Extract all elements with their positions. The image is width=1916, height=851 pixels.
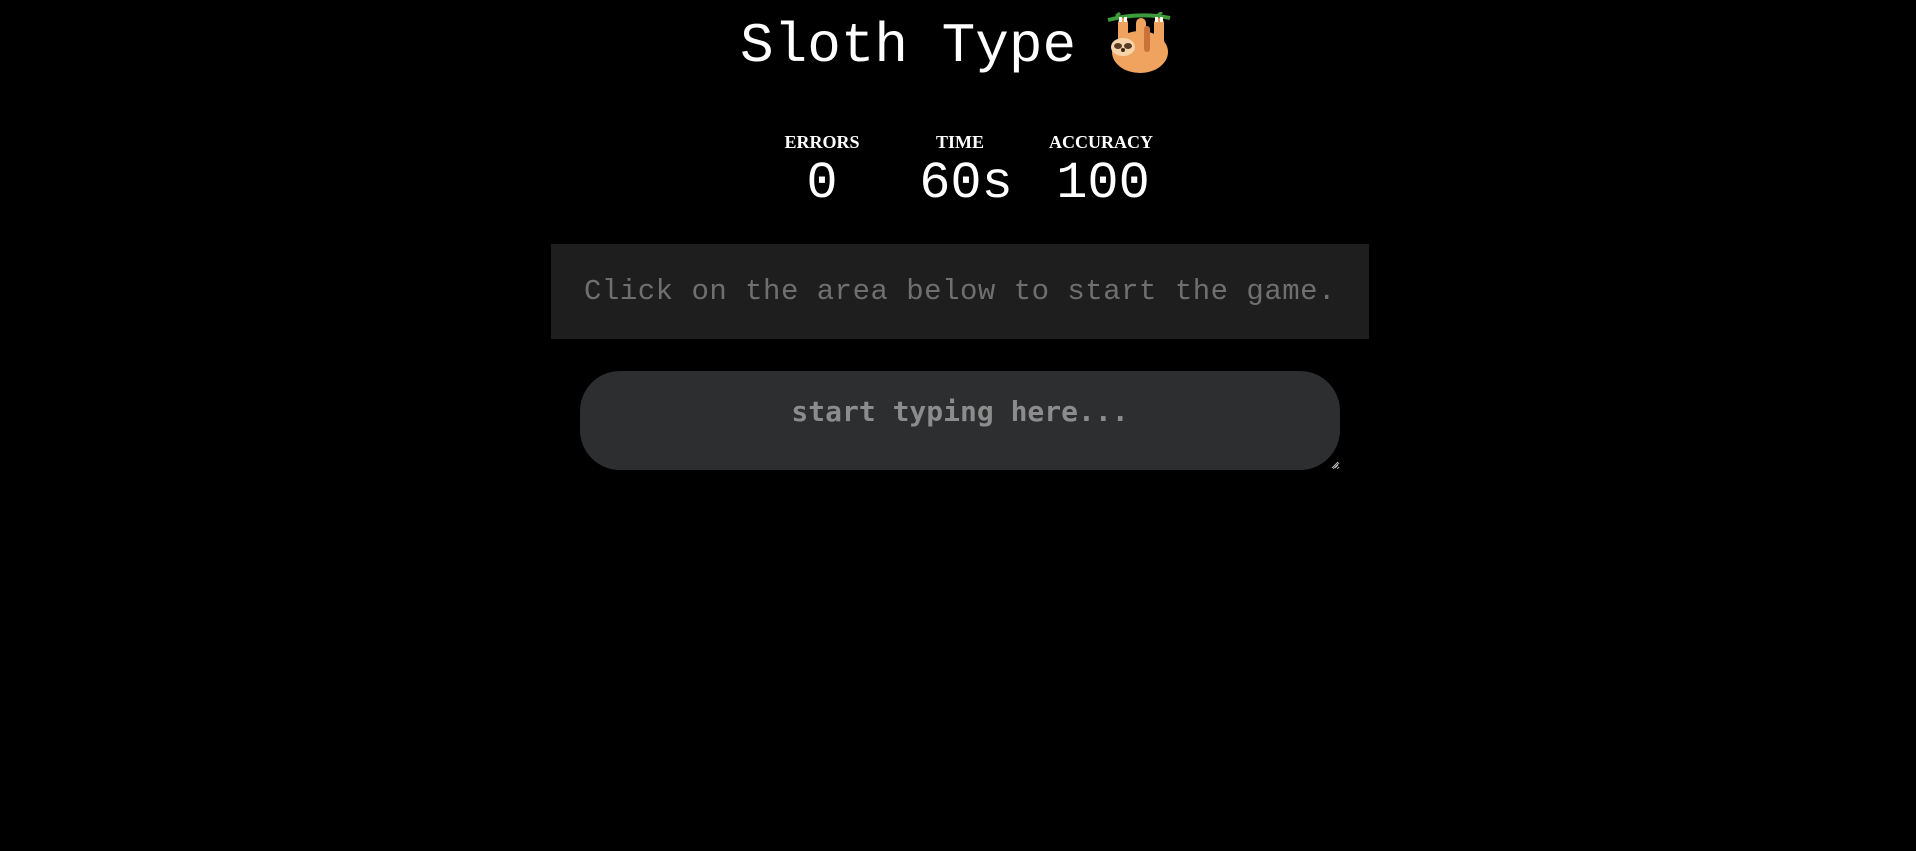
typing-input[interactable]	[580, 371, 1340, 470]
quote-text: Click on the area below to start the gam…	[584, 275, 1336, 308]
sloth-icon	[1107, 12, 1171, 73]
accuracy-value: 100	[1056, 154, 1150, 213]
time-label: TIME	[935, 132, 984, 152]
errors-value: 0	[806, 154, 838, 213]
time-value: 60s	[919, 154, 1013, 213]
quote-display: Click on the area below to start the gam…	[551, 244, 1369, 339]
accuracy-label: ACCURACY	[1049, 132, 1153, 152]
resize-handle-icon[interactable]	[1330, 460, 1339, 469]
app-title: Sloth Type	[740, 14, 1077, 78]
errors-label: ERRORS	[784, 132, 860, 152]
header: Sloth Type	[0, 0, 1916, 90]
